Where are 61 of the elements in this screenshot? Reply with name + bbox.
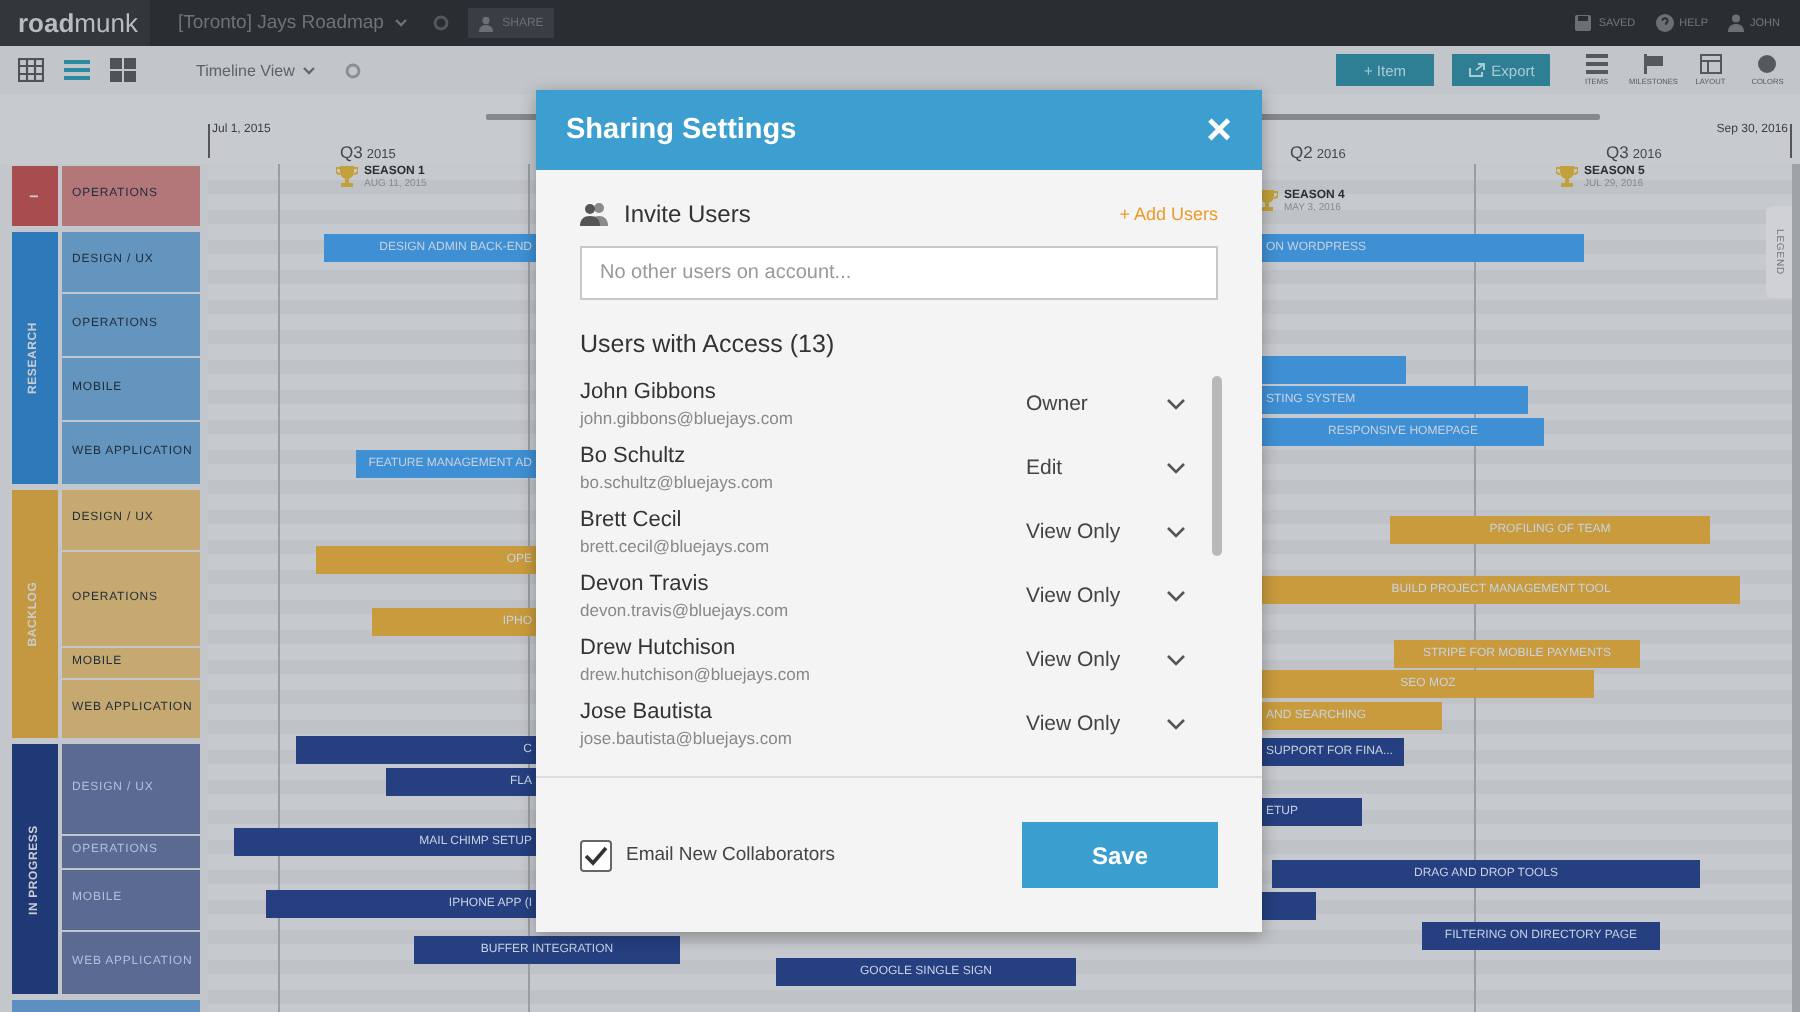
user-icon[interactable] [1728, 14, 1745, 32]
chevron-down-icon [1166, 654, 1186, 666]
user-name: Brett Cecil [580, 508, 684, 532]
trophy-icon [336, 166, 358, 188]
export-icon [1467, 62, 1486, 78]
user-name: Drew Hutchison [580, 636, 738, 660]
user-email: bo.schultz@bluejays.com [580, 472, 776, 492]
board-view-icon[interactable] [110, 58, 136, 82]
timeline-bar[interactable] [1262, 356, 1406, 384]
list-icon [1585, 54, 1608, 74]
checkbox[interactable] [580, 839, 612, 871]
save-icon[interactable] [1574, 14, 1593, 32]
chevron-down-icon [1166, 526, 1186, 538]
checkmark-icon [584, 845, 608, 865]
roadmap-title-menu[interactable]: [Toronto] Jays Roadmap [178, 12, 384, 34]
user-email: jose.bautista@bluejays.com [580, 728, 794, 748]
scrollbar[interactable] [1212, 376, 1222, 556]
view-dropdown[interactable]: Timeline View [196, 61, 317, 79]
caret-icon [302, 65, 317, 75]
role-dropdown[interactable]: View Only [1026, 520, 1186, 544]
dialog-title: Sharing Settings [566, 114, 797, 146]
user-email: brett.cecil@bluejays.com [580, 536, 772, 556]
palette-icon [1756, 54, 1779, 74]
user-name: Jose Bautista [580, 700, 715, 724]
chevron-down-icon [1166, 398, 1186, 410]
caret-icon [393, 18, 408, 28]
scrollbar[interactable] [1792, 164, 1800, 1012]
timeline-bar[interactable] [1262, 892, 1316, 920]
quarter-label: Q2 [1290, 142, 1313, 162]
role-dropdown[interactable]: View Only [1026, 584, 1186, 608]
user-name: John Gibbons [580, 380, 718, 404]
settings-icon[interactable] [431, 14, 450, 32]
section-label: Invite Users [624, 200, 751, 228]
help-icon[interactable] [1655, 14, 1674, 32]
quarter-label: Q3 [340, 142, 363, 162]
role-dropdown[interactable]: Owner [1026, 392, 1186, 416]
role-dropdown[interactable]: Edit [1026, 456, 1186, 480]
layout-icon [1699, 54, 1722, 74]
save-button[interactable]: Save [1022, 822, 1218, 888]
timeline-view-icon[interactable] [64, 58, 90, 82]
chevron-down-icon [1166, 590, 1186, 602]
role-dropdown[interactable]: View Only [1026, 712, 1186, 736]
chevron-down-icon [1166, 718, 1186, 730]
user-email: devon.travis@bluejays.com [580, 600, 791, 620]
table-view-icon[interactable] [18, 58, 44, 82]
invite-field[interactable]: No other users on account... [580, 246, 1218, 300]
user-email: drew.hutchison@bluejays.com [580, 664, 812, 684]
settings-icon[interactable] [344, 61, 363, 79]
section-heading: Users with Access (13) [580, 330, 837, 358]
users-icon [580, 202, 610, 226]
trophy-icon [1556, 166, 1578, 188]
user-name: Devon Travis [580, 572, 711, 596]
role-dropdown[interactable]: View Only [1026, 648, 1186, 672]
close-button[interactable]: × [1206, 108, 1232, 152]
chevron-down-icon [1166, 462, 1186, 474]
quarter-label: Q3 [1606, 142, 1629, 162]
person-icon [478, 15, 495, 31]
user-name: Bo Schultz [580, 444, 688, 468]
user-email: john.gibbons@bluejays.com [580, 408, 795, 428]
checkbox-label[interactable]: Email New Collaborators [626, 844, 836, 866]
flag-icon [1642, 54, 1665, 74]
